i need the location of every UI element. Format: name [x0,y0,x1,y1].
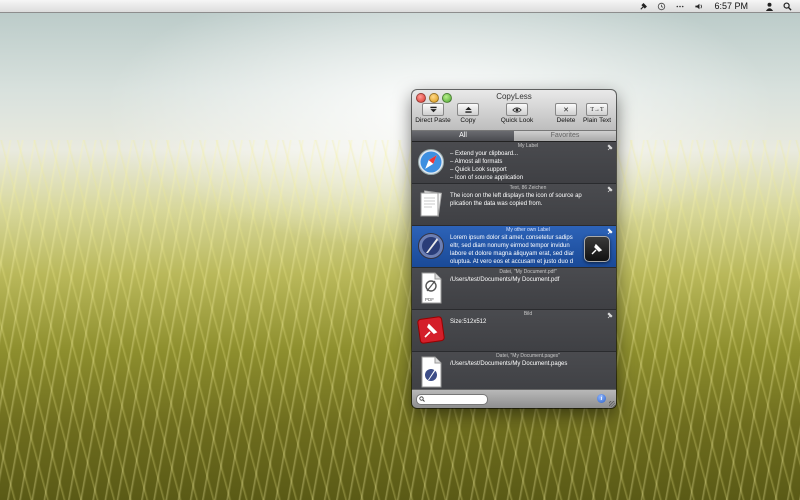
search-input[interactable] [425,395,487,404]
menu-bar: 6:57 PM [0,0,800,13]
quill-app-icon [415,230,447,262]
pin-icon[interactable] [607,312,613,321]
item-label: My other own Label [506,227,550,233]
bottom-bar: i [412,389,616,408]
quick-look-button[interactable]: Quick Look [500,103,534,124]
spotlight-search-icon[interactable] [783,0,792,12]
info-button[interactable]: i [597,394,606,403]
copyless-menu-icon[interactable] [639,0,648,12]
direct-paste-button[interactable]: Direct Paste [415,103,451,124]
item-label: Bild [523,311,533,317]
item-label: Datei, "My Document.pages" [496,353,560,359]
item-text: /Users/test/Documents/My Document.pages [450,361,568,367]
toolbar: Direct Paste Copy Quick Look ✕ Delete T→… [412,103,616,129]
list-item[interactable]: Bild Size:512x512 [412,310,616,352]
item-text: – Extend your clipboard... – Almost all … [450,151,524,181]
time-machine-icon[interactable] [657,0,666,12]
pdf-icon-caption: PDF [425,297,434,302]
pin-toggle-button[interactable] [584,236,610,262]
desktop-wallpaper [0,140,800,500]
list-item[interactable]: PDF Datei, "My Document.pdf" /Users/test… [412,268,616,310]
list-item[interactable]: My Label – Extend your clipboard... – Al… [412,142,616,184]
menubar-clock[interactable]: 6:57 PM [714,1,748,11]
list-item[interactable]: Datei, "My Document.pages" /Users/test/D… [412,352,616,394]
copyless-window: CopyLess Direct Paste Copy Quick Look ✕ … [412,90,616,408]
delete-icon: ✕ [555,103,577,116]
list-item[interactable]: Text, 86 Zeichen The icon on the left di… [412,184,616,226]
plain-text-icon: T→T [586,103,608,116]
list-item-selected[interactable]: My other own Label Lorem ipsum dolor sit… [412,226,616,268]
item-label: My Label [517,143,539,149]
item-text: /Users/test/Documents/My Document.pdf [450,277,560,283]
item-label: Text, 86 Zeichen [509,185,547,191]
tab-bar: All Favorites [412,131,616,142]
search-field [416,394,488,405]
plain-text-button[interactable]: T→T Plain Text [581,103,613,124]
tab-all[interactable]: All [412,131,514,141]
clipboard-list: My Label – Extend your clipboard... – Al… [412,142,616,394]
text-document-icon [415,188,447,220]
pushpin-icon [591,243,603,255]
tab-favorites[interactable]: Favorites [514,131,616,141]
pin-icon[interactable] [607,144,613,153]
pin-icon[interactable] [607,186,613,195]
volume-icon[interactable] [694,0,704,12]
pages-file-icon [415,356,447,388]
item-label: Datei, "My Document.pdf" [499,269,557,275]
copy-button[interactable]: Copy [456,103,480,124]
title-bar: CopyLess Direct Paste Copy Quick Look ✕ … [412,90,616,131]
item-text: The icon on the left displays the icon o… [450,193,582,207]
window-title: CopyLess [496,92,532,101]
direct-paste-icon [422,103,444,116]
quick-look-icon [506,103,528,116]
bluetooth-dots-icon[interactable] [675,0,685,12]
copy-icon [457,103,479,116]
image-pin-icon [415,314,447,346]
item-text: Size:512x512 [450,319,487,325]
resize-grip[interactable] [609,401,615,407]
pin-icon[interactable] [607,228,613,237]
delete-button[interactable]: ✕ Delete [554,103,578,124]
safari-icon [415,146,447,178]
user-icon[interactable] [765,0,774,12]
